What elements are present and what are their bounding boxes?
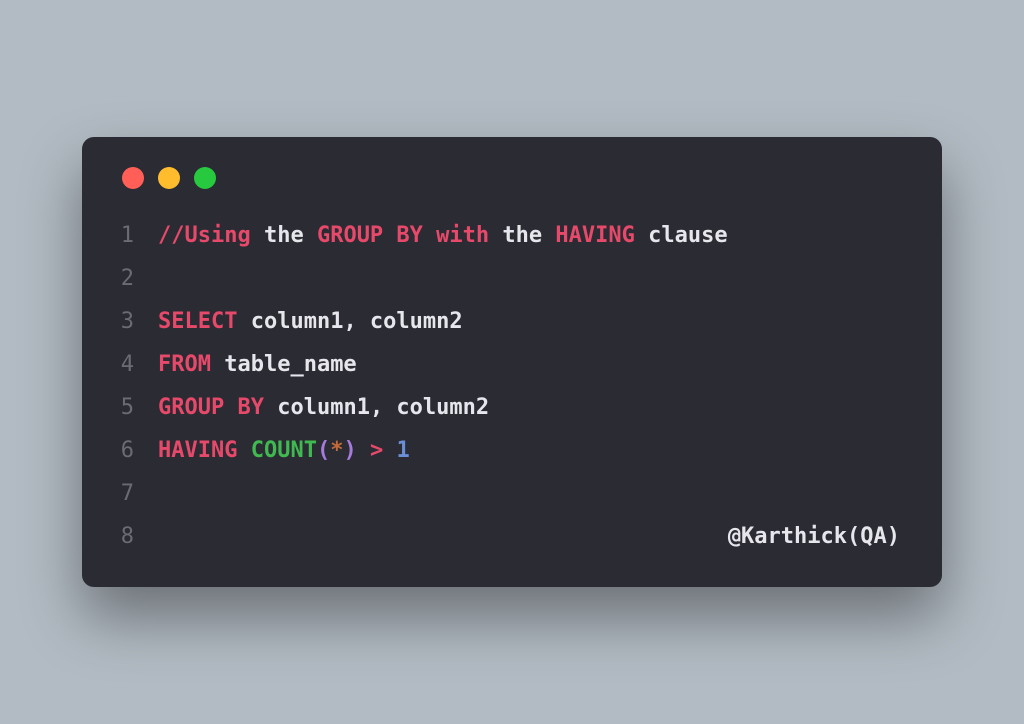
line-number: 8	[116, 516, 158, 559]
code-content: //Using the GROUP BY with the HAVING cla…	[158, 215, 728, 258]
close-icon[interactable]	[122, 167, 144, 189]
code-content: HAVING COUNT(*) > 1	[158, 430, 410, 473]
traffic-lights	[122, 167, 908, 189]
line-number: 2	[116, 258, 158, 301]
code-line: 2	[116, 258, 908, 301]
code-line: 8 @Karthick(QA)	[116, 516, 908, 559]
code-content: GROUP BY column1, column2	[158, 387, 489, 430]
minimize-icon[interactable]	[158, 167, 180, 189]
line-number: 4	[116, 344, 158, 387]
code-window: 1 //Using the GROUP BY with the HAVING c…	[82, 137, 942, 586]
code-content: FROM table_name	[158, 344, 357, 387]
code-content: SELECT column1, column2	[158, 301, 463, 344]
code-line: 3 SELECT column1, column2	[116, 301, 908, 344]
line-number: 5	[116, 387, 158, 430]
line-number: 7	[116, 473, 158, 516]
line-number: 6	[116, 430, 158, 473]
code-line: 7	[116, 473, 908, 516]
code-line: 1 //Using the GROUP BY with the HAVING c…	[116, 215, 908, 258]
code-line: 6 HAVING COUNT(*) > 1	[116, 430, 908, 473]
line-number: 3	[116, 301, 158, 344]
code-editor: 1 //Using the GROUP BY with the HAVING c…	[116, 215, 908, 558]
code-line: 4 FROM table_name	[116, 344, 908, 387]
author-signature: @Karthick(QA)	[728, 524, 900, 549]
code-line: 5 GROUP BY column1, column2	[116, 387, 908, 430]
line-number: 1	[116, 215, 158, 258]
maximize-icon[interactable]	[194, 167, 216, 189]
code-content: @Karthick(QA)	[158, 516, 908, 559]
